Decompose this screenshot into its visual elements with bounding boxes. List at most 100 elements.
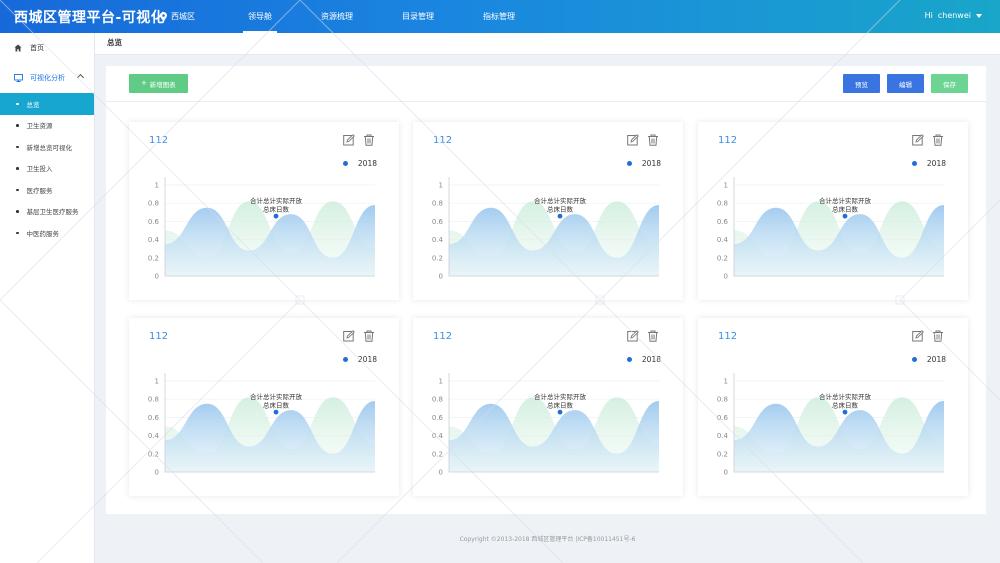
y-tick-label: 0.8 (148, 396, 159, 404)
y-tick-label: 0.8 (717, 200, 728, 208)
chart-card[interactable]: 112 2018 0 0.2 0.4 0.6 0.8 1 合计总计实际开放 总床日数 (413, 318, 683, 496)
bullet-icon (16, 231, 19, 234)
y-tick-label: 0.4 (717, 432, 729, 440)
data-label: 总床日数 (547, 205, 574, 214)
y-tick-label: 0.6 (432, 218, 444, 226)
y-tick-label: 0.6 (148, 414, 160, 422)
y-tick-label: 1 (724, 378, 728, 386)
save-button[interactable]: 保存 (931, 74, 968, 93)
data-label: 总床日数 (547, 401, 574, 410)
y-tick-label: 0.2 (432, 254, 443, 262)
y-tick-label: 0.6 (717, 218, 729, 226)
y-tick-label: 0.8 (432, 200, 443, 208)
y-tick-label: 0.2 (148, 254, 159, 262)
chart-card[interactable]: 112 2018 0 0.2 0.4 0.6 0.8 1 合计总计实际开放 总床日数 (129, 318, 399, 496)
chart-card[interactable]: 112 2018 0 0.2 0.4 0.6 0.8 1 合计总计实际开放 总床日数 (698, 122, 968, 300)
nav-item-catalog[interactable]: 目录管理 (401, 0, 435, 33)
chevron-down-icon (976, 13, 982, 18)
sidebar-item-home[interactable]: 首页 (0, 33, 94, 63)
sidebar-item-label: 总览 (26, 100, 40, 109)
y-tick-label: 1 (155, 182, 159, 190)
bullet-icon (16, 210, 19, 213)
highlight-point[interactable] (273, 409, 279, 415)
sidebar-item-tcm-services[interactable]: 中医药服务 (0, 222, 94, 244)
data-label: 合计总计实际开放 (819, 392, 872, 401)
data-label: 合计总计实际开放 (250, 196, 303, 205)
app-title: 西城区管理平台-可视化 (14, 10, 166, 26)
footer-copyright: Copyright ©2013-2018 西城区管理平台 |ICP备100114… (459, 536, 636, 543)
location-selector[interactable]: 西城区 (160, 11, 195, 22)
breadcrumb: 总览 (95, 33, 1000, 55)
add-chart-label: 新增图表 (149, 81, 176, 89)
chart-monitor-icon (14, 74, 23, 82)
y-tick-label: 0 (724, 273, 728, 281)
user-menu[interactable]: Hi chenwei (925, 11, 982, 20)
sidebar-item-label: 基层卫生医疗服务 (26, 208, 79, 217)
y-tick-label: 0.4 (148, 432, 160, 440)
highlight-point[interactable] (557, 409, 563, 415)
highlight-point[interactable] (273, 213, 279, 219)
sidebar-item-label: 新增总览可视化 (26, 143, 73, 152)
nav-item-resources[interactable]: 资源梳理 (320, 0, 354, 33)
preview-button[interactable]: 预览 (843, 74, 880, 93)
y-tick-label: 1 (155, 378, 159, 386)
sidebar-item-primary-care[interactable]: 基层卫生医疗服务 (0, 201, 94, 223)
data-label: 合计总计实际开放 (250, 392, 303, 401)
bullet-icon (16, 124, 19, 127)
y-tick-label: 0.6 (432, 414, 444, 422)
bullet-icon (16, 145, 19, 148)
chart-card[interactable]: 112 2018 0 0.2 0.4 0.6 0.8 1 合计总计实际开放 总床日数 (413, 122, 683, 300)
highlight-point[interactable] (842, 409, 848, 415)
y-tick-label: 0.8 (717, 396, 728, 404)
nav-item-dashboard[interactable]: 领导舱 (243, 0, 277, 33)
data-label: 合计总计实际开放 (534, 392, 587, 401)
sidebar-item-new-overview[interactable]: 新增总览可视化 (0, 136, 94, 158)
y-tick-label: 0.6 (148, 218, 160, 226)
username: chenwei (937, 11, 971, 20)
bullet-icon (16, 188, 19, 191)
home-icon (14, 44, 22, 52)
y-tick-label: 0.4 (148, 236, 160, 244)
sidebar-item-label: 卫生资源 (26, 122, 53, 131)
location-pin-icon (160, 12, 167, 21)
sidebar-item-health-resources[interactable]: 卫生资源 (0, 115, 94, 137)
y-tick-label: 0 (439, 273, 443, 281)
sidebar-item-overview[interactable]: 总览 (0, 93, 94, 115)
highlight-point[interactable] (842, 213, 848, 219)
y-tick-label: 0.2 (148, 450, 159, 458)
y-tick-label: 0.6 (717, 414, 729, 422)
data-label: 总床日数 (832, 401, 859, 410)
sidebar-group-visual-analysis[interactable]: 可视化分析 (0, 63, 94, 93)
area-chart: 0 0.2 0.4 0.6 0.8 1 合计总计实际开放总床日数 (432, 373, 659, 477)
chart-card[interactable]: 112 2018 0 0.2 0.4 0.6 0.8 1 合计总计实际开放 总床日数 (129, 122, 399, 300)
data-label: 总床日数 (263, 205, 290, 214)
area-chart: 0 0.2 0.4 0.6 0.8 1 合计总计实际开放总床日数 (717, 373, 944, 477)
y-tick-label: 1 (439, 182, 443, 190)
edit-button[interactable]: 编辑 (887, 74, 924, 93)
sidebar-item-health-investment[interactable]: 卫生投入 (0, 158, 94, 180)
data-label: 合计总计实际开放 (819, 196, 872, 205)
sidebar-item-label: 医疗服务 (26, 186, 53, 195)
y-tick-label: 0.8 (148, 200, 159, 208)
area-chart: 0 0.2 0.4 0.6 0.8 1 合计总计实际开放总床日数 (148, 373, 375, 477)
highlight-point[interactable] (557, 213, 563, 219)
sidebar-item-label: 首页 (30, 44, 44, 52)
chart-card[interactable]: 112 2018 0 0.2 0.4 0.6 0.8 1 合计总计实际开放 总床日数 (698, 318, 968, 496)
nav-item-indicators[interactable]: 指标管理 (482, 0, 516, 33)
y-tick-label: 1 (439, 378, 443, 386)
add-chart-button[interactable]: + 新增图表 (129, 74, 188, 93)
y-tick-label: 0.8 (432, 396, 443, 404)
bullet-icon (16, 167, 19, 170)
area-chart: 0 0.2 0.4 0.6 0.8 1 合计总计实际开放总床日数 (717, 177, 944, 281)
y-tick-label: 0.4 (717, 236, 729, 244)
location-label: 西城区 (171, 12, 195, 21)
sidebar-item-label: 卫生投入 (26, 165, 53, 174)
y-tick-label: 0 (155, 273, 159, 281)
top-nav: 领导舱 资源梳理 目录管理 指标管理 (243, 0, 563, 33)
data-label: 总床日数 (832, 205, 859, 214)
chevron-up-icon (76, 73, 85, 82)
sidebar-item-medical-services[interactable]: 医疗服务 (0, 179, 94, 201)
sidebar-group-label: 可视化分析 (30, 74, 65, 82)
data-label: 合计总计实际开放 (534, 196, 587, 205)
y-tick-label: 0.2 (717, 450, 728, 458)
